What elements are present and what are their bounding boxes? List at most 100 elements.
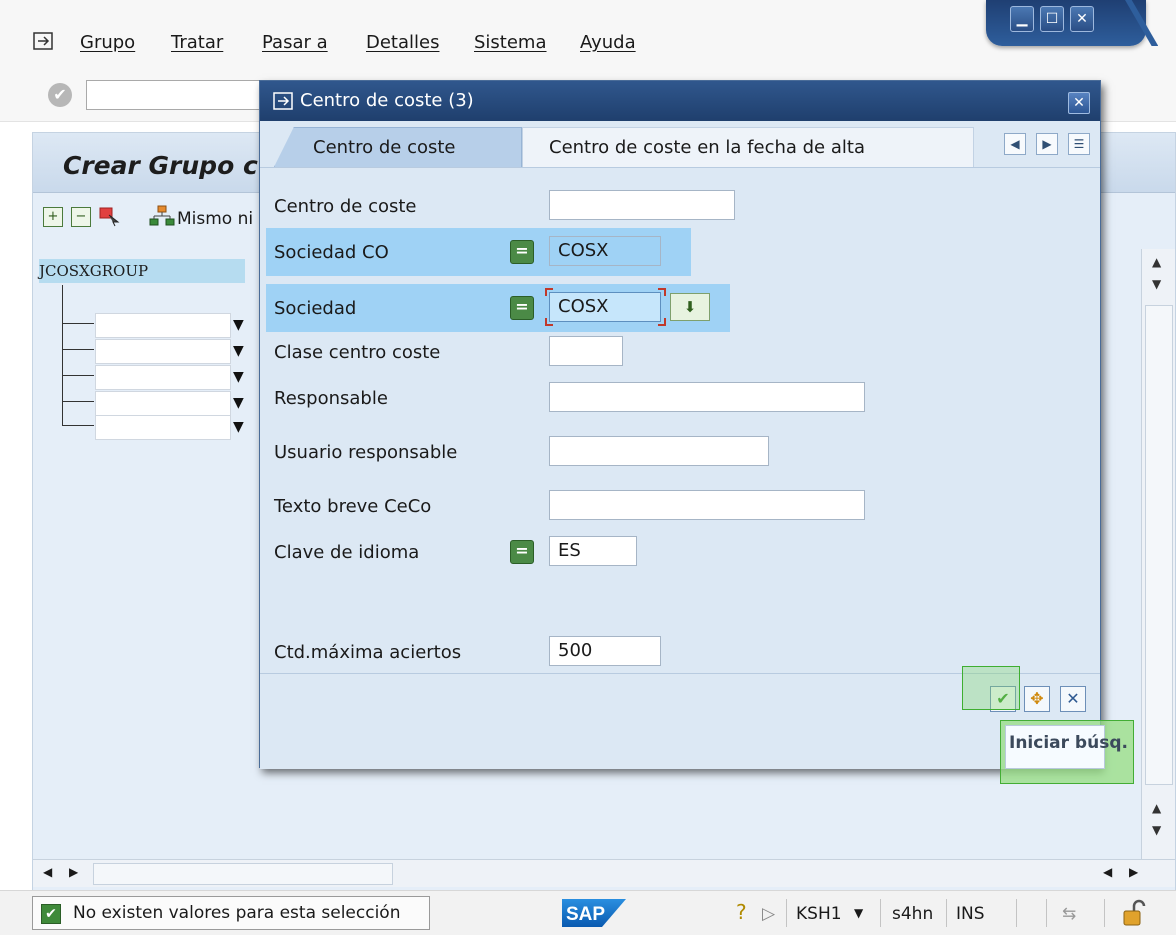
input-ctd-maxima-aciertos[interactable]: 500 <box>549 636 661 666</box>
input-usuario-responsable[interactable] <box>549 436 769 466</box>
hierarchy-icon[interactable] <box>149 205 175 227</box>
menu-ayuda[interactable]: Ayuda <box>580 32 636 53</box>
label-responsable: Responsable <box>274 388 388 409</box>
play-icon[interactable]: ▷ <box>762 904 775 924</box>
scroll-down-icon[interactable]: ▼ <box>1152 823 1161 837</box>
scroll-left-icon[interactable]: ◀ <box>43 865 52 879</box>
scroll-up-icon[interactable]: ▲ <box>1152 255 1161 269</box>
input-centro-de-coste[interactable] <box>549 190 735 220</box>
multiple-selection-icon[interactable]: ✥ <box>1024 686 1050 712</box>
lock-icon[interactable] <box>1122 899 1146 927</box>
input-clase-centro-coste[interactable] <box>549 336 623 366</box>
check-icon[interactable]: ✔ <box>48 83 72 107</box>
focus-corner <box>545 318 553 326</box>
label-sociedad: Sociedad <box>274 298 357 319</box>
chevron-left-icon[interactable]: ◀ <box>1004 133 1026 155</box>
dropdown-arrow-icon[interactable]: ▼ <box>233 317 244 333</box>
svg-text:SAP: SAP <box>566 904 605 925</box>
sap-logo: SAP <box>562 899 626 927</box>
input-texto-breve-ceco[interactable] <box>549 490 865 520</box>
divider <box>1046 899 1047 927</box>
window-maximize-icon[interactable]: ☐ <box>1040 6 1064 32</box>
window-close-icon[interactable]: ✕ <box>1070 6 1094 32</box>
tree-node-input[interactable] <box>95 339 231 364</box>
collapse-icon[interactable]: − <box>71 207 91 227</box>
scroll-down-icon[interactable]: ▼ <box>1152 277 1161 291</box>
dropdown-arrow-icon[interactable]: ▼ <box>233 343 244 359</box>
menu-sistema[interactable]: Sistema <box>474 32 547 53</box>
tree-branch <box>62 425 94 426</box>
input-clave-de-idioma[interactable]: ES <box>549 536 637 566</box>
divider <box>880 899 881 927</box>
scroll-right-icon[interactable]: ▶ <box>1129 865 1138 879</box>
system-name: s4hn <box>892 904 934 924</box>
equal-icon[interactable]: = <box>510 240 534 264</box>
window-corner-decoration <box>1118 0 1158 46</box>
tab-list-icon[interactable]: ☰ <box>1068 133 1090 155</box>
dialog-title: Centro de coste (3) <box>300 90 474 111</box>
equal-icon[interactable]: = <box>510 296 534 320</box>
tree-branch <box>62 401 94 402</box>
insert-mode: INS <box>956 904 985 924</box>
label-clave-de-idioma: Clave de idioma <box>274 542 420 563</box>
dropdown-arrow-icon[interactable]: ▼ <box>233 369 244 385</box>
menu-bar: Grupo Tratar Pasar a Detalles Sistema Ay… <box>0 0 1176 70</box>
dropdown-arrow-icon[interactable]: ▼ <box>233 419 244 435</box>
horizontal-scrollbar[interactable]: ◀ ▶ ◀ ▶ <box>33 859 1175 887</box>
value-help-icon[interactable]: ⬇ <box>670 293 710 321</box>
input-sociedad-co[interactable]: COSX <box>549 236 661 266</box>
equal-icon[interactable]: = <box>510 540 534 564</box>
tab-strip: Centro de coste Centro de coste en la fe… <box>260 121 1100 167</box>
chevron-down-icon[interactable]: ▼ <box>854 906 863 920</box>
tree-node-input[interactable] <box>95 313 231 338</box>
tree-node-input[interactable] <box>95 415 231 440</box>
input-sociedad[interactable]: COSX <box>549 292 661 322</box>
tab-centro-de-coste[interactable]: Centro de coste <box>274 127 522 167</box>
same-level-button[interactable]: Mismo ni <box>177 209 253 229</box>
scroll-thumb[interactable] <box>93 863 393 885</box>
divider <box>1016 899 1017 927</box>
label-usuario-responsable: Usuario responsable <box>274 442 458 463</box>
window-minimize-icon[interactable]: ▁ <box>1010 6 1034 32</box>
success-check-icon: ✔ <box>41 904 61 924</box>
menu-tratar[interactable]: Tratar <box>171 32 223 53</box>
tree-root-node[interactable]: JCOSXGROUP <box>39 259 245 283</box>
expand-icon[interactable]: + <box>43 207 63 227</box>
scroll-thumb[interactable] <box>1145 305 1173 785</box>
dropdown-arrow-icon[interactable]: ▼ <box>233 395 244 411</box>
vertical-scrollbar[interactable]: ▲ ▼ ▲ ▼ <box>1141 249 1175 859</box>
menu-pasar-a[interactable]: Pasar a <box>262 32 328 53</box>
chevron-right-icon[interactable]: ▶ <box>1036 133 1058 155</box>
command-field[interactable] <box>86 80 266 110</box>
divider <box>946 899 947 927</box>
label-ctd-maxima-aciertos: Ctd.máxima aciertos <box>274 642 462 663</box>
close-icon[interactable]: ✕ <box>1068 92 1090 114</box>
menu-grupo[interactable]: Grupo <box>80 32 135 53</box>
menu-icon[interactable] <box>32 30 54 52</box>
tab-label: Centro de coste <box>313 137 456 158</box>
label-texto-breve-ceco: Texto breve CeCo <box>274 496 432 517</box>
cancel-icon[interactable]: ✕ <box>1060 686 1086 712</box>
label-centro-de-coste: Centro de coste <box>274 196 417 217</box>
tree-node-input[interactable] <box>95 391 231 416</box>
transaction-code: KSH1 <box>796 904 842 924</box>
dialog-menu-icon[interactable] <box>272 90 294 112</box>
help-icon[interactable]: ? <box>736 900 747 924</box>
tab-centro-de-coste-fecha-alta[interactable]: Centro de coste en la fecha de alta <box>522 127 974 167</box>
page-title: Crear Grupo c <box>63 151 258 180</box>
input-responsable[interactable] <box>549 382 865 412</box>
label-sociedad-co: Sociedad CO <box>274 242 389 263</box>
scroll-left-icon[interactable]: ◀ <box>1103 865 1112 879</box>
status-message-text: No existen valores para esta selección <box>73 903 401 923</box>
focus-corner <box>658 318 666 326</box>
tree-node-input[interactable] <box>95 365 231 390</box>
dialog-body: Centro de coste Sociedad CO = COSX Socie… <box>260 167 1100 673</box>
status-message[interactable]: ✔ No existen valores para esta selección <box>32 896 430 930</box>
menu-detalles[interactable]: Detalles <box>366 32 439 53</box>
scroll-up-icon[interactable]: ▲ <box>1152 801 1161 815</box>
status-bar: ✔ No existen valores para esta selección… <box>0 890 1176 935</box>
connection-icon: ⇆ <box>1062 904 1077 924</box>
tree-branch <box>62 375 94 376</box>
select-icon[interactable] <box>99 207 121 227</box>
scroll-right-icon[interactable]: ▶ <box>69 865 78 879</box>
